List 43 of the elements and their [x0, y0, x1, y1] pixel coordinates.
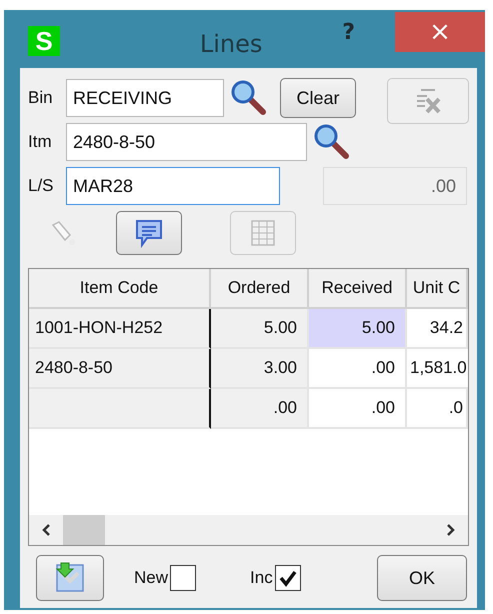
window-title: Lines	[198, 30, 264, 58]
table-cell[interactable]: 34.2	[407, 309, 468, 349]
table-cell[interactable]: .0	[407, 389, 468, 429]
item-label: Itm	[28, 132, 53, 152]
column-header[interactable]: Item Code	[29, 269, 211, 309]
import-button[interactable]	[36, 555, 104, 601]
ok-button[interactable]: OK	[377, 555, 467, 601]
help-button[interactable]: ?	[342, 20, 355, 45]
speech-bubble-icon	[134, 218, 164, 248]
scroll-right-icon[interactable]	[446, 523, 456, 537]
clear-button[interactable]: Clear	[280, 78, 356, 118]
column-header[interactable]: Unit C	[407, 269, 468, 309]
quantity-field: .00	[323, 167, 467, 205]
lot-serial-field[interactable]: MAR28	[66, 167, 280, 205]
inc-checkbox[interactable]	[274, 565, 301, 591]
grid-icon	[250, 219, 276, 247]
table-cell[interactable]	[29, 389, 211, 429]
column-header[interactable]: Ordered	[211, 269, 309, 309]
memo-button[interactable]	[116, 211, 182, 255]
table-cell[interactable]: 5.00	[309, 309, 407, 349]
table-cell[interactable]: 2480-8-50	[29, 349, 211, 389]
bin-field[interactable]: RECEIVING	[66, 79, 224, 117]
table-cell[interactable]: .00	[309, 389, 407, 429]
horizontal-scrollbar[interactable]	[29, 515, 468, 545]
new-checkbox[interactable]	[170, 565, 196, 591]
table-cell[interactable]: 5.00	[211, 309, 309, 349]
table-cell[interactable]: 3.00	[211, 349, 309, 389]
new-label: New	[134, 568, 168, 588]
item-field[interactable]: 2480-8-50	[66, 123, 307, 161]
bin-label: Bin	[28, 88, 54, 108]
table-cell[interactable]: 1001-HON-H252	[29, 309, 211, 349]
scrollbar-thumb[interactable]	[63, 515, 105, 545]
import-icon	[53, 561, 87, 595]
lot-serial-label: L/S	[28, 176, 55, 196]
scroll-left-icon[interactable]	[41, 523, 51, 537]
table-cell[interactable]: .00	[309, 349, 407, 389]
search-icon[interactable]	[230, 79, 268, 117]
search-icon[interactable]	[313, 123, 351, 161]
inc-label: Inc	[250, 568, 273, 588]
app-logo: S	[28, 26, 60, 56]
column-header[interactable]: Received	[309, 269, 407, 309]
close-button[interactable]: ×	[395, 12, 485, 52]
table-cell[interactable]: .00	[211, 389, 309, 429]
